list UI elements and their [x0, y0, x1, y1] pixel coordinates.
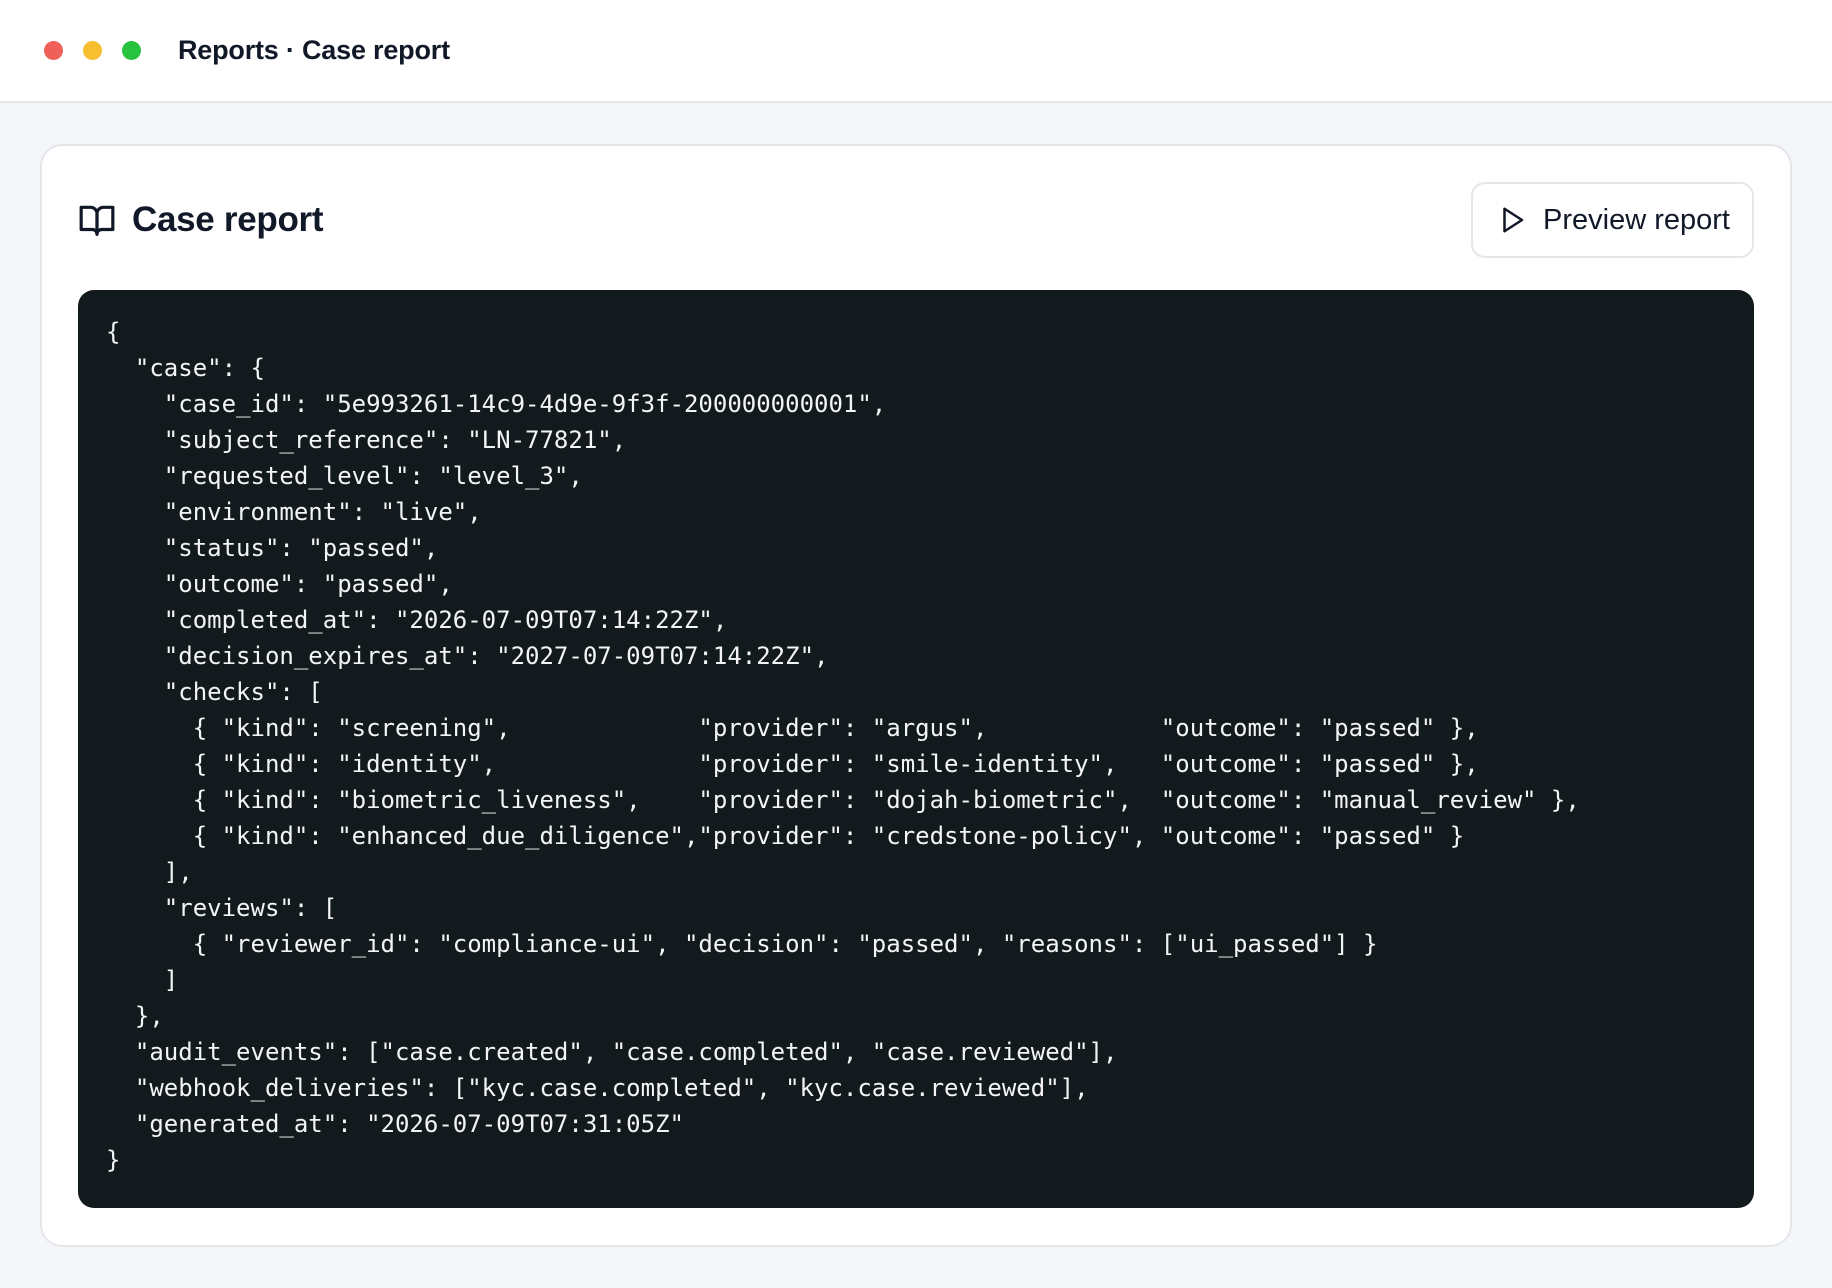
maximize-window-button[interactable]: [122, 41, 141, 60]
case-report-card: Case report Preview report { "case": { "…: [40, 144, 1792, 1247]
book-open-icon: [78, 201, 116, 239]
card-title: Case report: [132, 200, 324, 239]
preview-report-label: Preview report: [1543, 203, 1730, 236]
card-title-group: Case report: [78, 200, 324, 240]
report-json-text: { "case": { "case_id": "5e993261-14c9-4d…: [106, 318, 1580, 1174]
play-icon: [1497, 205, 1527, 235]
card-header: Case report Preview report: [78, 182, 1754, 258]
minimize-window-button[interactable]: [83, 41, 102, 60]
report-json-viewer[interactable]: { "case": { "case_id": "5e993261-14c9-4d…: [78, 290, 1754, 1208]
window-title: Reports · Case report: [178, 35, 450, 65]
window-titlebar: Reports · Case report: [0, 0, 1832, 103]
window-controls: [44, 41, 141, 60]
close-window-button[interactable]: [44, 41, 63, 60]
preview-report-button[interactable]: Preview report: [1471, 182, 1754, 258]
